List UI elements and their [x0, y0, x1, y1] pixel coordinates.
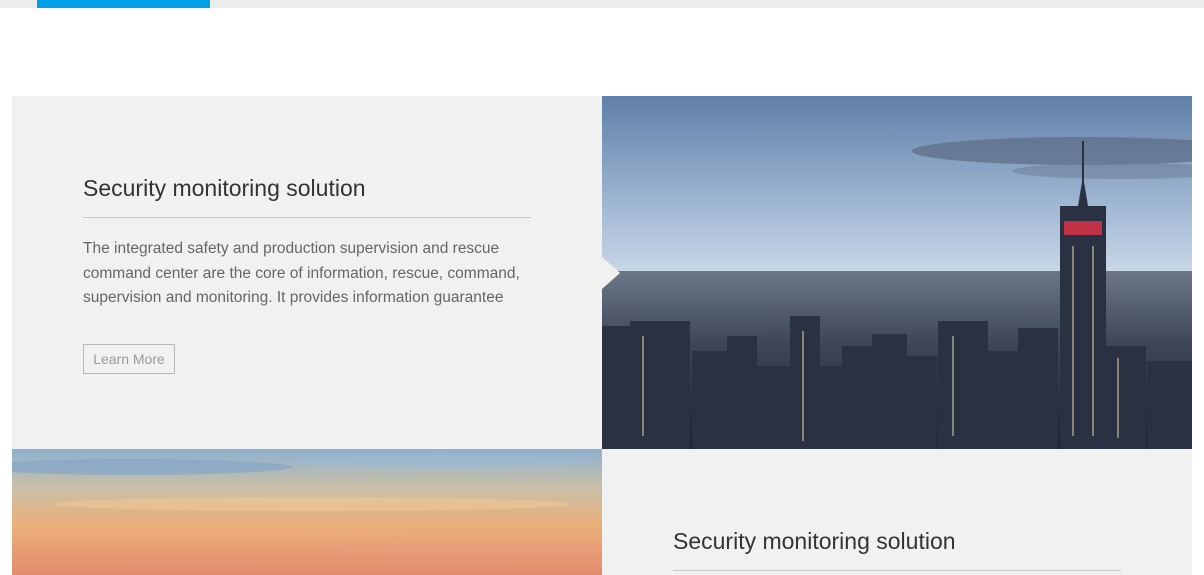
sunset-sky-photo: [12, 449, 602, 575]
city-skyline-image: [602, 96, 1192, 449]
title-divider: [673, 570, 1121, 571]
solution-title: Security monitoring solution: [673, 528, 956, 554]
top-navigation-bar: [0, 0, 1204, 8]
solution-description: The integrated safety and production sup…: [83, 240, 520, 306]
solution-card-text: Security monitoring solution The integra…: [12, 96, 602, 449]
solution-title: Security monitoring solution: [83, 175, 366, 201]
panel-pointer-arrow: [602, 257, 620, 289]
title-divider: [83, 217, 531, 218]
city-skyline-photo: [602, 96, 1192, 449]
sunset-sky-image: [12, 449, 602, 575]
solution-card-text: Security monitoring solution: [602, 449, 1192, 575]
active-nav-indicator[interactable]: [37, 0, 210, 8]
learn-more-button[interactable]: Learn More: [83, 344, 175, 374]
